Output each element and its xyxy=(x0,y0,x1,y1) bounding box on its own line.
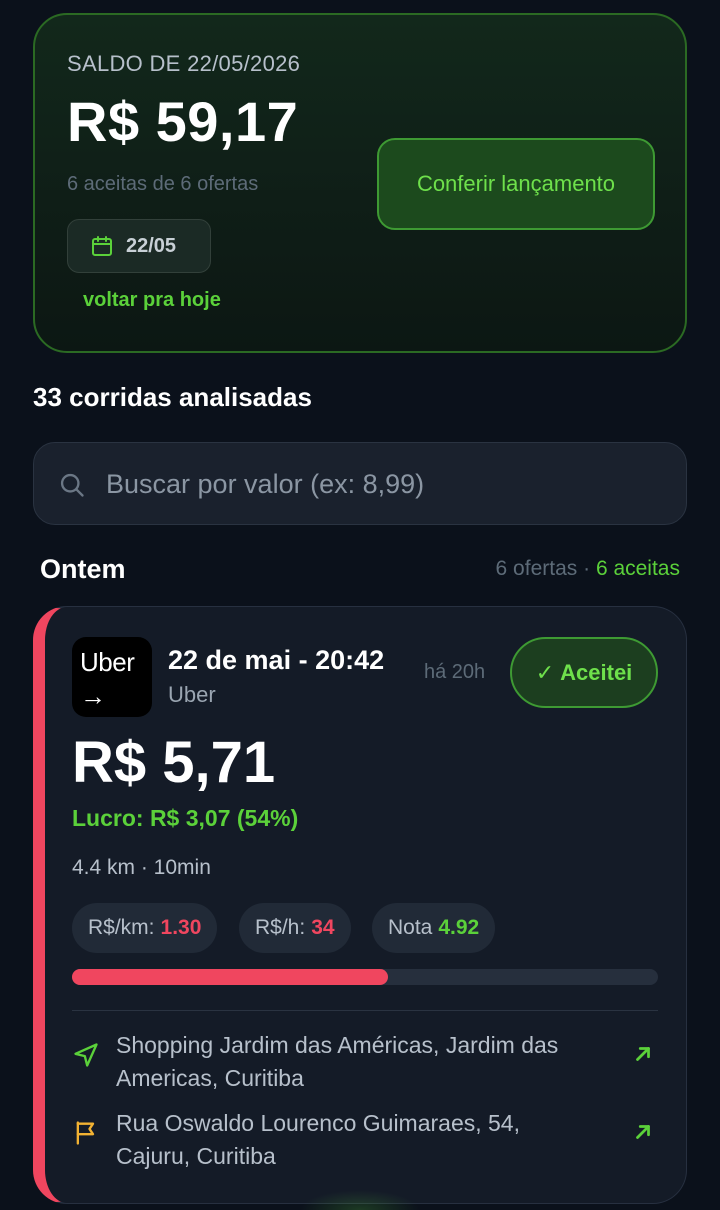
uber-logo-arrow: → xyxy=(80,681,106,711)
uber-logo: Uber → xyxy=(72,637,152,717)
dropoff-address: Rua Oswaldo Lourenco Guimaraes, 54, Caju… xyxy=(116,1110,520,1169)
ride-time-ago: há 20h xyxy=(424,661,486,683)
check-icon: ✓ xyxy=(535,659,555,685)
metric-value: 34 xyxy=(311,916,335,939)
metric-label: R$/km: xyxy=(88,916,155,939)
navigation-arrow-icon xyxy=(74,1043,98,1067)
metric-chip-per-hour: R$/h: 34 xyxy=(239,903,351,953)
accepted-status-button[interactable]: ✓ Aceitei xyxy=(510,637,658,708)
day-group-title: Ontem xyxy=(40,554,126,584)
ride-app-name: Uber xyxy=(168,682,216,707)
divider xyxy=(72,1010,658,1011)
metric-chip-per-km: R$/km: 1.30 xyxy=(72,903,218,953)
pickup-address: Shopping Jardim das Américas, Jardim das… xyxy=(116,1032,559,1091)
balance-card: SALDO DE 22/05/2026 R$ 59,17 6 aceitas d… xyxy=(33,13,687,353)
arrow-up-right-icon[interactable] xyxy=(632,1121,654,1143)
metric-value: 4.92 xyxy=(438,916,480,939)
metric-value: 1.30 xyxy=(160,916,202,939)
search-bar xyxy=(33,442,687,526)
ride-card[interactable]: Uber → 22 de mai - 20:42 Uber há 20h ✓ A… xyxy=(33,606,687,1204)
bottom-glow xyxy=(300,1190,420,1210)
ride-distance-time: 4.4 km · 10min xyxy=(72,856,211,879)
ride-profit: Lucro: R$ 3,07 (54%) xyxy=(72,805,299,831)
stats-separator: · xyxy=(577,557,596,580)
uber-logo-text: Uber xyxy=(80,647,135,677)
search-icon xyxy=(60,473,84,497)
ride-score-bar xyxy=(72,969,658,985)
date-picker-chip[interactable]: 22/05 xyxy=(67,219,211,273)
date-chip-label: 22/05 xyxy=(126,234,177,257)
calendar-icon xyxy=(92,236,112,256)
check-entry-button[interactable]: Conferir lançamento xyxy=(377,138,655,230)
ride-price: R$ 5,71 xyxy=(72,730,276,795)
balance-date-label: SALDO DE 22/05/2026 xyxy=(67,51,301,76)
balance-amount: R$ 59,17 xyxy=(67,90,299,153)
metric-chip-rating: Nota 4.92 xyxy=(372,903,496,953)
accepted-status-label: Aceitei xyxy=(560,659,633,685)
day-group-stats: 6 ofertas · 6 aceitas xyxy=(496,557,680,581)
back-to-today-link[interactable]: voltar pra hoje xyxy=(83,289,221,312)
metric-label: Nota xyxy=(388,916,433,939)
balance-summary: 6 aceitas de 6 ofertas xyxy=(67,173,259,195)
offers-count: 6 ofertas xyxy=(495,557,578,580)
search-input[interactable] xyxy=(106,443,666,526)
ride-datetime: 22 de mai - 20:42 xyxy=(168,645,385,675)
metric-label: R$/h: xyxy=(255,916,306,939)
flag-icon xyxy=(76,1121,95,1145)
accepted-count: 6 aceitas xyxy=(595,557,680,580)
ride-score-fill xyxy=(72,969,389,985)
arrow-up-right-icon[interactable] xyxy=(632,1043,654,1065)
analyzed-rides-count: 33 corridas analisadas xyxy=(33,382,312,412)
